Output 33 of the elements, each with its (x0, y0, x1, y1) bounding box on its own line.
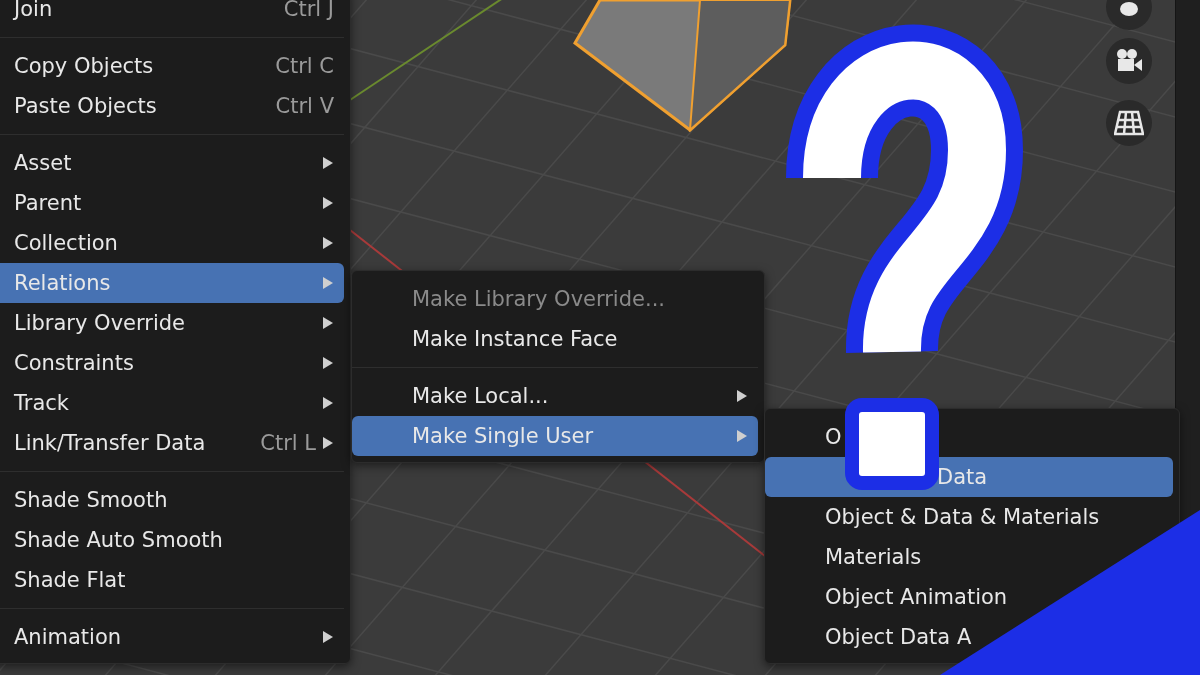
menu-item[interactable]: Relations (0, 263, 344, 303)
menu-item[interactable]: Object & Data & Materials (765, 497, 1173, 537)
menu-item[interactable]: Asset (0, 143, 344, 183)
submenu-arrow-icon (736, 389, 748, 403)
submenu-arrow-icon (322, 316, 334, 330)
submenu-arrow-icon (322, 436, 334, 450)
menu-item[interactable]: Shade Smooth (0, 480, 344, 520)
submenu-arrow-icon (322, 356, 334, 370)
submenu-arrow-icon (322, 156, 334, 170)
menu-item[interactable]: Join Ctrl J (0, 0, 344, 29)
menu-item[interactable]: Parent (0, 183, 344, 223)
camera-icon[interactable] (1106, 38, 1152, 84)
submenu-arrow-icon (322, 196, 334, 210)
menu-item[interactable]: O (765, 417, 1173, 457)
menu-item[interactable]: Copy Objects Ctrl C (0, 46, 344, 86)
menu-item[interactable]: Make Instance Face (352, 319, 758, 359)
menu-item[interactable]: Track (0, 383, 344, 423)
menu-item[interactable]: Paste Objects Ctrl V (0, 86, 344, 126)
menu-item[interactable]: Make Single User (352, 416, 758, 456)
menu-item[interactable]: Animation (0, 617, 344, 657)
menu-item[interactable]: Shade Auto Smooth (0, 520, 344, 560)
submenu-arrow-icon (322, 276, 334, 290)
menu-item[interactable]: Library Override (0, 303, 344, 343)
submenu-arrow-icon (322, 396, 334, 410)
menu-item[interactable]: Constraints (0, 343, 344, 383)
submenu-arrow-icon (736, 429, 748, 443)
menu-item[interactable]: Link/Transfer Data Ctrl L (0, 423, 344, 463)
submenu-arrow-icon (322, 236, 334, 250)
menu-item[interactable]: Collection (0, 223, 344, 263)
menu-item[interactable]: Make Local... (352, 376, 758, 416)
menu-item[interactable]: Shade Flat (0, 560, 344, 600)
submenu-arrow-icon (322, 630, 334, 644)
grid-icon[interactable] (1106, 100, 1152, 146)
